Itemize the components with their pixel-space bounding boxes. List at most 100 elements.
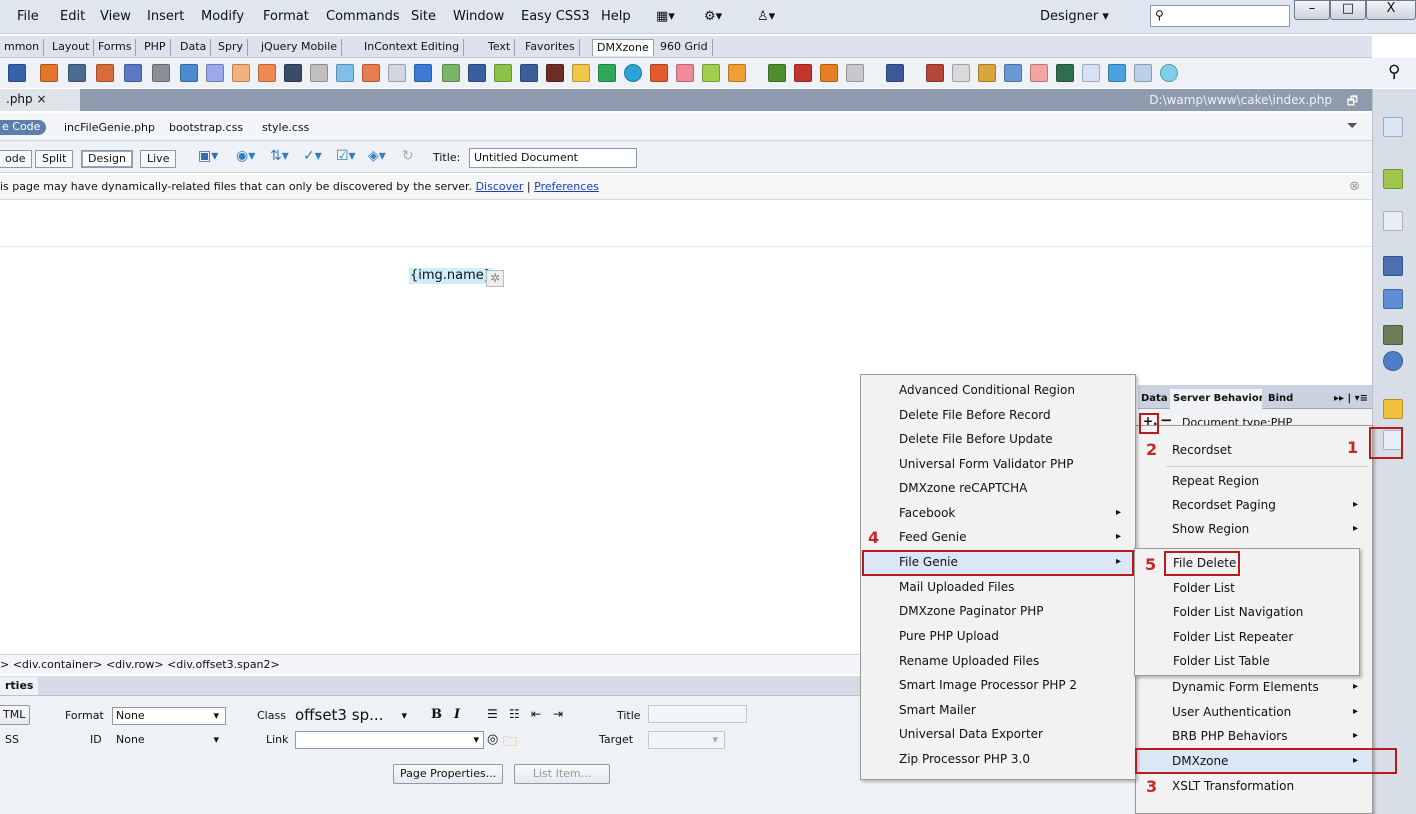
menu-edit[interactable]: Edit xyxy=(60,9,85,24)
menu-window[interactable]: Window xyxy=(453,9,504,24)
menu-insert[interactable]: Insert xyxy=(147,9,184,24)
format-select[interactable]: None ▾ xyxy=(112,707,226,725)
menu-item-recordset-paging[interactable]: Recordset Paging xyxy=(1136,493,1372,518)
insert-tab-favorites[interactable]: Favorites xyxy=(521,39,580,56)
binoculars-icon[interactable] xyxy=(468,64,486,82)
menu-item-smart-image-processor[interactable]: Smart Image Processor PHP 2 xyxy=(861,673,1135,698)
bubbles-icon[interactable] xyxy=(676,64,694,82)
menu-item-folder-list-repeater[interactable]: Folder List Repeater xyxy=(1135,625,1359,650)
menu-item-delete-file-before-update[interactable]: Delete File Before Update xyxy=(861,427,1135,452)
search-icon[interactable]: ⚲ xyxy=(1388,62,1400,82)
close-button[interactable]: X xyxy=(1366,0,1416,20)
flash-icon[interactable] xyxy=(650,64,668,82)
menu-item-show-region[interactable]: Show Region xyxy=(1136,517,1372,542)
class-select[interactable]: offset3 sp... ▾ xyxy=(291,705,414,726)
menu-commands[interactable]: Commands xyxy=(326,9,400,24)
video-icon[interactable] xyxy=(124,64,142,82)
snippets-icon[interactable] xyxy=(1383,325,1403,345)
preview-icon[interactable]: ◉▾ xyxy=(236,148,255,164)
jquery-icon[interactable] xyxy=(1383,211,1403,231)
insert-tab-forms[interactable]: Forms xyxy=(94,39,137,56)
expand-icon[interactable]: ▸▸ | ▾≡ xyxy=(1331,389,1371,409)
source-code-button[interactable]: e Code xyxy=(0,120,47,135)
menu-item-rename-uploaded-files[interactable]: Rename Uploaded Files xyxy=(861,649,1135,674)
ajax-icon[interactable] xyxy=(768,64,786,82)
close-info-icon[interactable]: ⊗ xyxy=(1349,175,1360,199)
red-box-icon[interactable] xyxy=(794,64,812,82)
live-view-button[interactable]: Live xyxy=(140,150,177,168)
ordered-list-icon[interactable]: ☷ xyxy=(509,707,520,721)
circle-icon[interactable] xyxy=(624,64,642,82)
insert-tab-spry[interactable]: Spry xyxy=(214,39,248,56)
extend-icon[interactable]: ⚙▾ xyxy=(704,9,722,24)
page-properties-button[interactable]: Page Properties... xyxy=(393,764,504,784)
menu-item-smart-mailer[interactable]: Smart Mailer xyxy=(861,698,1135,723)
target-select[interactable]: ▾ xyxy=(648,731,725,749)
multiscreen-icon[interactable]: ▣▾ xyxy=(198,148,218,164)
insert-tab-incontext[interactable]: InContext Editing xyxy=(360,39,465,56)
insert-tab-dmxzone[interactable]: DMXzone xyxy=(592,39,654,56)
gallery-icon[interactable] xyxy=(68,64,86,82)
menu-view[interactable]: View xyxy=(100,9,131,24)
related-file[interactable]: style.css xyxy=(262,121,309,134)
menu-item-recordset[interactable]: Recordset xyxy=(1136,438,1372,463)
properties-tab[interactable]: rties xyxy=(0,677,39,695)
visual-aids-icon[interactable]: ◈▾ xyxy=(368,148,386,164)
menu-item-folder-list-table[interactable]: Folder List Table xyxy=(1135,649,1359,674)
puzzle2-icon[interactable] xyxy=(978,64,996,82)
insert-tab-php[interactable]: PHP xyxy=(140,39,171,56)
table-icon[interactable] xyxy=(1134,64,1152,82)
html-mode-button[interactable]: TML xyxy=(0,705,31,725)
menu-item-folder-list[interactable]: Folder List xyxy=(1135,576,1359,601)
menu-item-zip-processor[interactable]: Zip Processor PHP 3.0 xyxy=(861,747,1135,772)
file-management-icon[interactable]: ⇅▾ xyxy=(270,148,289,164)
menu-item-dmxzone-recaptcha[interactable]: DMXzone reCAPTCHA xyxy=(861,476,1135,501)
div-icon[interactable] xyxy=(8,64,26,82)
discover-link[interactable]: Discover xyxy=(476,180,524,193)
document-tab[interactable]: .php × xyxy=(0,89,80,111)
menu-file[interactable]: File xyxy=(17,9,39,24)
css-styles-icon[interactable] xyxy=(1383,117,1403,137)
tab-databases[interactable]: Data xyxy=(1138,389,1170,409)
code-icon[interactable] xyxy=(1056,64,1074,82)
link-input[interactable]: ▾ xyxy=(295,731,484,749)
tab-server-behaviors[interactable]: Server Behaviors xyxy=(1170,389,1262,409)
menu-item-pure-php-upload[interactable]: Pure PHP Upload xyxy=(861,624,1135,649)
fullscreen-icon[interactable] xyxy=(1108,64,1126,82)
crest-icon[interactable] xyxy=(926,64,944,82)
banner-icon[interactable] xyxy=(362,64,380,82)
search-input[interactable]: ⚲ xyxy=(1150,5,1290,27)
id-select[interactable]: None ▾ xyxy=(112,731,226,749)
validate-icon[interactable]: ☑▾ xyxy=(336,148,356,164)
databases-icon[interactable] xyxy=(1383,399,1403,419)
tree-icon[interactable] xyxy=(442,64,460,82)
dynamic-text-placeholder[interactable]: {img.name} xyxy=(409,268,494,284)
unordered-list-icon[interactable]: ☰ xyxy=(487,707,498,721)
people-icon[interactable] xyxy=(1030,64,1048,82)
menu-item-feed-genie[interactable]: Feed Genie xyxy=(861,525,1135,550)
window-icon[interactable] xyxy=(1082,64,1100,82)
uploader-icon[interactable] xyxy=(40,64,58,82)
title-input[interactable]: Untitled Document xyxy=(469,148,637,168)
insert-tab-layout[interactable]: Layout xyxy=(48,39,95,56)
menu-site[interactable]: Site xyxy=(411,9,436,24)
flash-plus-icon[interactable] xyxy=(820,64,838,82)
menu-item-folder-list-navigation[interactable]: Folder List Navigation xyxy=(1135,600,1359,625)
menu-item-universal-data-exporter[interactable]: Universal Data Exporter xyxy=(861,722,1135,747)
title-field[interactable] xyxy=(648,705,747,723)
code-view-button[interactable]: ode xyxy=(0,150,33,168)
connect-icon[interactable] xyxy=(846,64,864,82)
menu-easy-css3[interactable]: Easy CSS3 xyxy=(521,9,590,24)
insert-tab-jquery-mobile[interactable]: jQuery Mobile xyxy=(257,39,343,56)
point-to-file-icon[interactable]: ◎ xyxy=(487,732,498,747)
puzzle-icon[interactable] xyxy=(702,64,720,82)
toggle-icon[interactable] xyxy=(1160,64,1178,82)
rss-icon[interactable] xyxy=(520,64,538,82)
restore-icon[interactable]: 🗗 xyxy=(1347,92,1358,113)
insert-tab-text[interactable]: Text xyxy=(484,39,516,56)
lightbox-icon[interactable] xyxy=(258,64,276,82)
form-icon[interactable] xyxy=(336,64,354,82)
menu-modify[interactable]: Modify xyxy=(201,9,244,24)
css-mode-button[interactable]: SS xyxy=(5,733,19,746)
menu-item-delete-file-before-record[interactable]: Delete File Before Record xyxy=(861,403,1135,428)
